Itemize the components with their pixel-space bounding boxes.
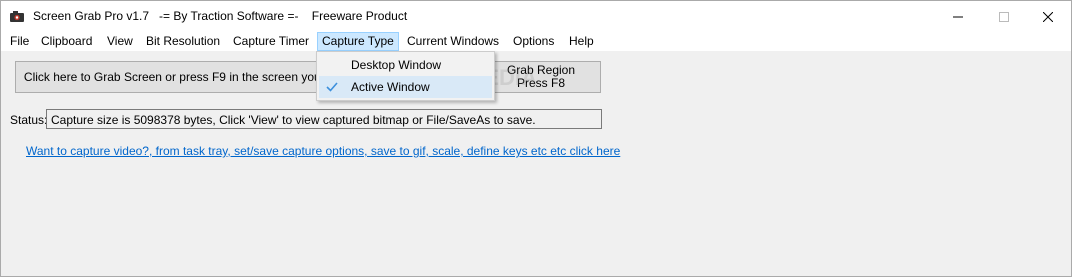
menu-bit-resolution[interactable]: Bit Resolution <box>142 32 224 51</box>
menu-current-windows[interactable]: Current Windows <box>403 32 503 51</box>
menu-view[interactable]: View <box>103 32 137 51</box>
menu-bar: File Clipboard View Bit Resolution Captu… <box>1 32 1071 51</box>
dropdown-item-active-window[interactable]: Active Window <box>319 76 492 98</box>
dropdown-item-label: Active Window <box>351 80 430 94</box>
menu-file[interactable]: File <box>6 32 33 51</box>
status-field: Capture size is 5098378 bytes, Click 'Vi… <box>46 109 602 129</box>
menu-capture-timer[interactable]: Capture Timer <box>229 32 313 51</box>
video-capture-link[interactable]: Want to capture video?, from task tray, … <box>26 144 620 158</box>
status-label: Status: <box>10 113 48 127</box>
menu-options[interactable]: Options <box>509 32 558 51</box>
title-bar[interactable]: Screen Grab Pro v1.7 -= By Traction Soft… <box>1 1 1071 32</box>
menu-capture-type[interactable]: Capture Type <box>317 32 399 51</box>
app-window: Screen Grab Pro v1.7 -= By Traction Soft… <box>0 0 1072 277</box>
menu-clipboard[interactable]: Clipboard <box>37 32 96 51</box>
camera-icon <box>10 11 24 22</box>
menu-help[interactable]: Help <box>565 32 598 51</box>
maximize-icon <box>999 11 1009 22</box>
check-icon <box>326 82 338 92</box>
minimize-button[interactable] <box>935 1 981 32</box>
maximize-button[interactable] <box>981 1 1027 32</box>
minimize-icon <box>953 16 963 17</box>
window-title: Screen Grab Pro v1.7 -= By Traction Soft… <box>33 9 408 23</box>
capture-type-dropdown: Desktop Window Active Window <box>316 51 495 101</box>
close-button[interactable] <box>1025 1 1071 32</box>
close-icon <box>1043 11 1053 22</box>
dropdown-item-desktop-window[interactable]: Desktop Window <box>319 54 492 76</box>
dropdown-item-label: Desktop Window <box>351 58 442 72</box>
